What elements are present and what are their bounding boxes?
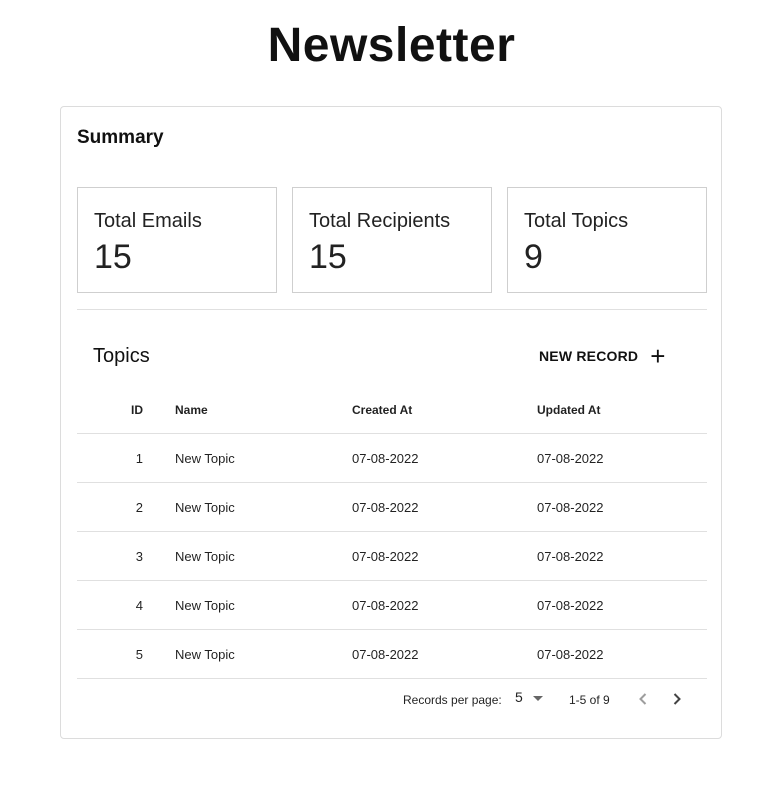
cell-updated-at: 07-08-2022 (537, 450, 604, 466)
cell-name: New Topic (175, 646, 235, 662)
cell-name: New Topic (175, 548, 235, 564)
stat-value: 15 (309, 238, 347, 276)
table-header-row: ID Name Created At Updated At (77, 387, 707, 434)
plus-icon: + (650, 341, 666, 371)
cell-updated-at: 07-08-2022 (537, 548, 604, 564)
cell-id: 1 (135, 450, 143, 466)
table-row[interactable]: 3 New Topic 07-08-2022 07-08-2022 (77, 532, 707, 581)
section-divider (77, 309, 707, 310)
previous-page-button[interactable] (631, 687, 655, 711)
column-header-created-at[interactable]: Created At (352, 387, 412, 433)
dashboard-card: Summary Total Emails 15 Total Recipients… (60, 106, 722, 739)
pagination: Records per page: 5 1-5 of 9 (77, 675, 707, 723)
cell-updated-at: 07-08-2022 (537, 597, 604, 613)
cell-created-at: 07-08-2022 (352, 597, 419, 613)
chevron-right-icon (673, 693, 681, 705)
new-record-label: NEW RECORD (539, 348, 639, 364)
cell-id: 2 (135, 499, 143, 515)
column-header-id[interactable]: ID (77, 387, 143, 433)
stat-label: Total Topics (524, 210, 629, 232)
new-record-button[interactable]: NEW RECORD + (531, 343, 674, 369)
table-row[interactable]: 2 New Topic 07-08-2022 07-08-2022 (77, 483, 707, 532)
records-per-page-select[interactable]: 5 (515, 689, 543, 705)
cell-updated-at: 07-08-2022 (537, 499, 604, 515)
cell-name: New Topic (175, 499, 235, 515)
records-per-page-label: Records per page: (403, 693, 502, 707)
stat-value: 9 (524, 238, 543, 276)
summary-title: Summary (77, 127, 164, 148)
chevron-left-icon (639, 693, 647, 705)
stat-value: 15 (94, 238, 132, 276)
topics-title: Topics (93, 345, 150, 367)
column-header-name[interactable]: Name (175, 387, 208, 433)
table-row[interactable]: 4 New Topic 07-08-2022 07-08-2022 (77, 581, 707, 630)
stat-label: Total Recipients (309, 210, 451, 232)
cell-id: 3 (135, 548, 143, 564)
next-page-button[interactable] (665, 687, 689, 711)
cell-created-at: 07-08-2022 (352, 548, 419, 564)
cell-created-at: 07-08-2022 (352, 646, 419, 662)
stat-label: Total Emails (94, 210, 202, 232)
cell-id: 5 (135, 646, 143, 662)
records-per-page-value: 5 (515, 689, 523, 705)
caret-down-icon (532, 695, 543, 701)
cell-id: 4 (135, 597, 143, 613)
cell-created-at: 07-08-2022 (352, 499, 419, 515)
cell-updated-at: 07-08-2022 (537, 646, 604, 662)
cell-created-at: 07-08-2022 (352, 450, 419, 466)
cell-name: New Topic (175, 450, 235, 466)
pagination-range: 1-5 of 9 (569, 693, 610, 707)
topics-table: ID Name Created At Updated At 1 New Topi… (77, 387, 707, 679)
stat-card-total-emails: Total Emails 15 (77, 187, 277, 293)
cell-name: New Topic (175, 597, 235, 613)
stat-card-total-recipients: Total Recipients 15 (292, 187, 492, 293)
page-title: Newsletter (267, 19, 516, 72)
column-header-updated-at[interactable]: Updated At (537, 387, 601, 433)
stat-card-total-topics: Total Topics 9 (507, 187, 707, 293)
table-row[interactable]: 1 New Topic 07-08-2022 07-08-2022 (77, 434, 707, 483)
table-row[interactable]: 5 New Topic 07-08-2022 07-08-2022 (77, 630, 707, 679)
